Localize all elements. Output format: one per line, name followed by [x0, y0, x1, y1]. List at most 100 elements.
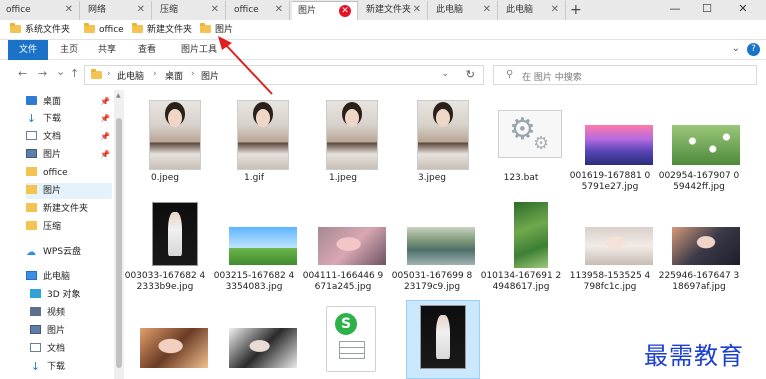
sidebar-item-documents-pc[interactable]: 文档	[30, 341, 65, 357]
file-name: 1.gif	[244, 173, 264, 183]
tab-new-folder[interactable]: 新建文件夹 ✕	[360, 1, 428, 20]
sidebar-item-office[interactable]: office	[26, 165, 68, 181]
sidebar-item-videos[interactable]: 视频	[30, 305, 65, 321]
sidebar-item-downloads[interactable]: ↓ 下载	[26, 111, 61, 127]
up-button[interactable]: ↑	[70, 67, 79, 80]
sidebar-item-new-folder[interactable]: 新建文件夹	[26, 201, 88, 217]
sidebar-item-desktop[interactable]: 桌面	[26, 94, 61, 110]
file-name: 005031-167699 823179c9.jpg	[391, 271, 473, 292]
image-thumbnail	[149, 100, 201, 170]
favorite-system-folder[interactable]: 系统文件夹	[10, 23, 70, 37]
ribbon-tab-view[interactable]: 查看	[130, 40, 164, 60]
tab-close-icon[interactable]: ✕	[551, 1, 559, 19]
ribbon-tab-home[interactable]: 主页	[54, 40, 84, 60]
scroll-up-icon[interactable]: ▲	[116, 92, 121, 99]
sidebar-item-label: 新建文件夹	[43, 204, 89, 214]
sidebar-item-label: 图片	[43, 150, 62, 160]
file-tile[interactable]: 001619-167881 05791e27.jpg	[569, 90, 653, 200]
file-tile[interactable]	[124, 300, 208, 379]
search-box[interactable]: ⚲ 在 图片 中搜索	[493, 65, 757, 85]
file-tile[interactable]: 1.gif	[213, 90, 295, 190]
file-tile[interactable]: 010134-167691 24948617.jpg	[480, 200, 562, 300]
address-bar[interactable]: › 此电脑 › 桌面 › 图片 ⌄ ↻	[84, 65, 484, 85]
recent-locations-button[interactable]: ⌄	[56, 65, 65, 78]
sidebar-item-downloads-pc[interactable]: ↓ 下载	[30, 359, 65, 375]
sidebar-item-label: 视频	[47, 308, 66, 318]
ribbon-tab-picture-tools[interactable]: 图片工具	[176, 40, 222, 60]
file-tile[interactable]: 225946-167647 318697af.jpg	[658, 200, 740, 300]
file-tile[interactable]: 0.jpeg	[124, 90, 206, 190]
sidebar-item-this-pc[interactable]: 此电脑	[26, 269, 70, 285]
breadcrumb-desktop[interactable]: 桌面	[165, 69, 183, 82]
maximize-button[interactable]: ☐	[692, 0, 722, 18]
forward-button[interactable]: →	[38, 67, 47, 80]
favorite-office[interactable]: office	[84, 23, 124, 37]
breadcrumb-separator: ›	[191, 69, 195, 79]
ribbon-tab-share[interactable]: 共享	[92, 40, 122, 60]
file-tile[interactable]: 003215-167682 43354083.jpg	[213, 200, 297, 300]
sidebar-scrollbar[interactable]: ▲	[114, 90, 124, 379]
search-placeholder: 在 图片 中搜索	[522, 73, 582, 83]
tab-close-icon[interactable]: ✕	[483, 1, 491, 19]
breadcrumb-this-pc[interactable]: 此电脑	[117, 69, 144, 82]
sidebar-item-pictures[interactable]: 图片	[26, 147, 61, 163]
tab-compress[interactable]: 压缩 ✕	[154, 1, 226, 20]
tab-network[interactable]: 网络 ✕	[82, 1, 152, 20]
file-tile[interactable]: 1.jpeg	[302, 90, 384, 190]
refresh-icon[interactable]: ↻	[466, 68, 475, 81]
file-tile[interactable]: 002954-167907 059442ff.jpg	[658, 90, 740, 200]
file-tile[interactable]: 3.jpeg	[391, 90, 473, 190]
folder-icon	[26, 167, 37, 176]
breadcrumb-pictures[interactable]: 图片	[201, 69, 219, 82]
tab-close-icon[interactable]: ✕	[137, 1, 145, 19]
tab-office-2[interactable]: office ✕	[228, 1, 290, 20]
ribbon-tab-file[interactable]: 文件	[8, 40, 48, 60]
breadcrumb-separator: ›	[107, 69, 111, 79]
tab-close-icon[interactable]: ✕	[275, 1, 283, 19]
tab-close-icon[interactable]: ✕	[65, 1, 73, 19]
sidebar-item-documents[interactable]: 文档	[26, 129, 61, 145]
tab-this-pc[interactable]: 此电脑 ✕	[430, 1, 498, 20]
sidebar-item-label: 文档	[43, 132, 62, 142]
file-name: 003033-167682 42333b9e.jpg	[124, 271, 206, 292]
ribbon-expand-icon[interactable]: ⌄	[732, 43, 740, 54]
file-tile[interactable]: 005031-167699 823179c9.jpg	[391, 200, 475, 300]
3d-objects-icon	[30, 289, 41, 298]
sidebar-item-pictures-folder[interactable]: 图片	[26, 183, 112, 199]
tab-close-icon[interactable]: ✕	[339, 5, 351, 17]
folder-icon	[200, 23, 211, 33]
help-icon[interactable]: ?	[747, 43, 760, 56]
file-tile[interactable]: 003033-167682 42333b9e.jpg	[124, 200, 206, 300]
tab-close-icon[interactable]: ✕	[211, 1, 219, 19]
new-tab-button[interactable]: +	[570, 1, 582, 19]
file-tile[interactable]	[213, 300, 297, 379]
tab-this-pc-2[interactable]: 此电脑 ✕	[500, 1, 566, 20]
sidebar-item-3d-objects[interactable]: 3D 对象	[30, 287, 81, 303]
tab-close-icon[interactable]: ✕	[413, 1, 421, 19]
close-window-button[interactable]: ✕	[728, 0, 758, 18]
favorite-pictures[interactable]: 图片	[200, 23, 233, 37]
sidebar-item-pictures-pc[interactable]: 图片	[30, 323, 65, 339]
sidebar-item-wps-cloud[interactable]: ☁ WPS云盘	[26, 244, 81, 260]
back-button[interactable]: ←	[18, 67, 27, 80]
pin-icon: 📌	[100, 150, 110, 159]
search-icon: ⚲	[506, 69, 514, 80]
tab-office[interactable]: office ✕	[0, 1, 80, 20]
pin-icon: 📌	[100, 114, 110, 123]
file-name: 003215-167682 43354083.jpg	[213, 271, 295, 292]
favorite-new-folder[interactable]: 新建文件夹	[132, 23, 192, 37]
address-dropdown-icon[interactable]: ⌄	[441, 69, 449, 79]
file-tile[interactable]: ⚙ ⚙ 123.bat	[480, 90, 562, 190]
tab-label: 网络	[88, 5, 107, 15]
file-name: 225946-167647 318697af.jpg	[658, 271, 740, 292]
file-tile[interactable]: 113958-153525 4798fc1c.jpg	[569, 200, 653, 300]
minimize-button[interactable]: —	[660, 0, 690, 18]
sidebar-item-label: 图片	[47, 326, 66, 336]
file-tile-selected[interactable]	[406, 300, 480, 379]
scrollbar-thumb[interactable]	[116, 118, 122, 368]
image-thumbnail	[585, 227, 653, 265]
file-tile[interactable]: S	[302, 300, 384, 379]
file-tile[interactable]: 004111-166446 9671a245.jpg	[302, 200, 386, 300]
tab-pictures[interactable]: 图片 ✕	[292, 1, 358, 20]
sidebar-item-compress[interactable]: 压缩	[26, 219, 61, 235]
